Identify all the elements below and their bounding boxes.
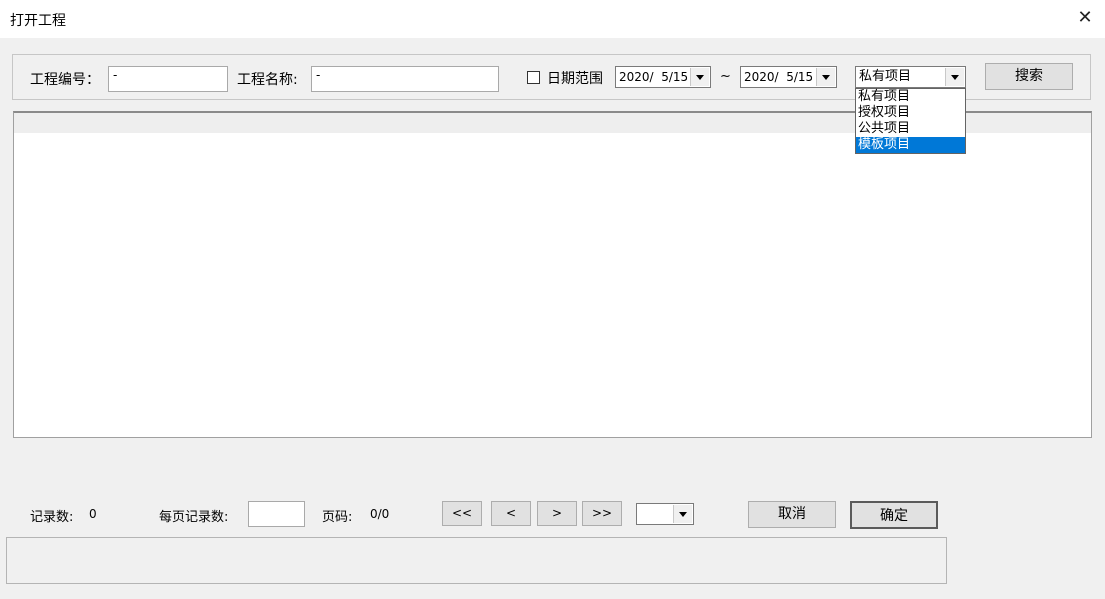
page-value: 0/0 — [370, 507, 390, 521]
option-authorized[interactable]: 授权项目 — [856, 105, 965, 121]
record-count-value: 0 — [89, 507, 97, 521]
option-public[interactable]: 公共项目 — [856, 121, 965, 137]
title-bar: 打开工程 ✕ — [0, 0, 1105, 38]
date-from-picker[interactable]: 2020/ 5/15 — [615, 66, 711, 88]
results-grid[interactable] — [13, 111, 1092, 438]
per-page-label: 每页记录数: — [159, 510, 229, 525]
close-icon[interactable]: ✕ — [1073, 5, 1097, 31]
option-private[interactable]: 私有项目 — [856, 89, 965, 105]
project-code-label: 工程编号： — [30, 72, 100, 88]
chevron-down-icon[interactable] — [690, 68, 709, 86]
ok-button[interactable]: 确定 — [850, 501, 938, 529]
last-page-button[interactable]: >> — [582, 501, 622, 526]
prev-page-button[interactable]: < — [491, 501, 531, 526]
date-to-picker[interactable]: 2020/ 5/15 — [740, 66, 837, 88]
date-range-label: 日期范围 — [547, 71, 603, 87]
date-separator: ~ — [720, 69, 731, 84]
date-range-checkbox[interactable] — [527, 71, 540, 84]
project-type-value: 私有项目 — [859, 69, 912, 84]
chevron-down-icon[interactable] — [673, 505, 692, 523]
per-page-input[interactable] — [248, 501, 305, 527]
page-select[interactable] — [636, 503, 694, 525]
project-code-input[interactable]: - — [108, 66, 228, 92]
first-page-button[interactable]: << — [442, 501, 482, 526]
date-from-value: 2020/ 5/15 — [619, 70, 689, 84]
cancel-button[interactable]: 取消 — [748, 501, 836, 528]
option-template[interactable]: 模板项目 — [856, 137, 965, 153]
record-count-label: 记录数: — [30, 510, 74, 525]
next-page-button[interactable]: > — [537, 501, 577, 526]
page-label: 页码: — [322, 510, 353, 525]
chevron-down-icon[interactable] — [945, 68, 964, 86]
status-panel — [6, 537, 947, 584]
project-type-dropdown-list: 私有项目 授权项目 公共项目 模板项目 — [855, 88, 966, 154]
project-type-select[interactable]: 私有项目 — [855, 66, 966, 88]
date-to-value: 2020/ 5/15 — [744, 70, 814, 84]
project-name-input[interactable]: - — [311, 66, 499, 92]
project-name-label: 工程名称: — [237, 72, 298, 88]
search-button[interactable]: 搜索 — [985, 63, 1073, 90]
window-title: 打开工程 — [10, 13, 66, 29]
chevron-down-icon[interactable] — [816, 68, 835, 86]
